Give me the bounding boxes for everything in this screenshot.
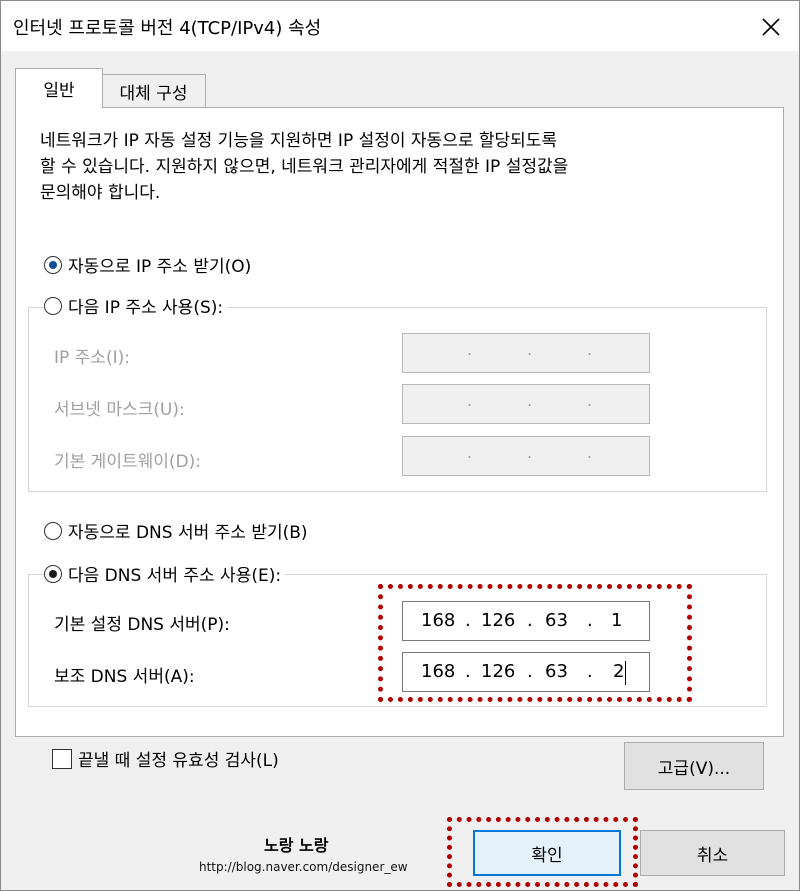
- radio-auto-dns-label: 자동으로 DNS 서버 주소 받기(B): [68, 523, 308, 543]
- radio-auto-ip-indicator[interactable]: [44, 255, 62, 274]
- tab-general-label: 일반: [43, 81, 75, 101]
- radio-manual-dns-label: 다음 DNS 서버 주소 사용(E):: [68, 566, 282, 586]
- description-line: 할 수 있습니다. 지원하지 않으면, 네트워크 관리자에게 적절한 IP 설정…: [40, 157, 569, 177]
- dns-server-group: [28, 574, 767, 707]
- text-caret: [625, 661, 626, 685]
- alternate-dns-octet-1: 168: [421, 661, 456, 682]
- subnet-mask-label: 서브넷 마스크(U):: [54, 400, 185, 420]
- radio-auto-dns[interactable]: 자동으로 DNS 서버 주소 받기(B): [44, 518, 312, 543]
- alternate-dns-octet-2: 126: [481, 661, 516, 682]
- radio-auto-ip[interactable]: 자동으로 IP 주소 받기(O): [44, 252, 256, 277]
- ip-address-label: IP 주소(I):: [54, 348, 130, 368]
- watermark-url: http://blog.naver.com/designer_ew: [199, 860, 408, 874]
- description-line: 네트워크가 IP 자동 설정 기능을 지원하면 IP 설정이 자동으로 할당되도…: [40, 131, 558, 151]
- window-title: 인터넷 프로토콜 버전 4(TCP/IPv4) 속성: [13, 18, 322, 39]
- subnet-mask-input[interactable]: ...: [402, 384, 650, 424]
- radio-manual-ip[interactable]: 다음 IP 주소 사용(S):: [44, 293, 228, 318]
- preferred-dns-input[interactable]: 168 . 126 . 63 . 1: [402, 601, 650, 641]
- alternate-dns-input[interactable]: 168 . 126 . 63 . 2: [402, 652, 650, 692]
- ok-button[interactable]: 확인: [473, 830, 621, 876]
- validate-settings-checkbox-row[interactable]: 끝낼 때 설정 유효성 검사(L): [52, 746, 279, 771]
- close-button[interactable]: [747, 7, 795, 47]
- radio-manual-ip-label: 다음 IP 주소 사용(S):: [68, 298, 224, 318]
- radio-auto-ip-label: 자동으로 IP 주소 받기(O): [68, 257, 252, 277]
- tab-alternate-config[interactable]: 대체 구성: [102, 74, 206, 108]
- watermark-title: 노랑 노랑: [264, 836, 329, 855]
- preferred-dns-octet-1: 168: [421, 610, 456, 631]
- tab-general[interactable]: 일반: [15, 68, 103, 108]
- radio-manual-ip-indicator[interactable]: [44, 296, 62, 315]
- validate-settings-label: 끝낼 때 설정 유효성 검사(L): [78, 751, 279, 771]
- alternate-dns-label: 보조 DNS 서버(A):: [54, 667, 195, 687]
- preferred-dns-octet-4: 1: [611, 610, 623, 631]
- default-gateway-label: 기본 게이트웨이(D):: [54, 452, 201, 472]
- validate-settings-checkbox[interactable]: [52, 748, 72, 769]
- preferred-dns-octet-2: 126: [481, 610, 516, 631]
- cancel-button[interactable]: 취소: [640, 830, 785, 876]
- advanced-button[interactable]: 고급(V)...: [624, 742, 764, 790]
- radio-auto-dns-indicator[interactable]: [44, 521, 62, 540]
- description-line: 문의해야 합니다.: [40, 183, 161, 203]
- title-bar: 인터넷 프로토콜 버전 4(TCP/IPv4) 속성: [1, 1, 799, 51]
- radio-manual-dns[interactable]: 다음 DNS 서버 주소 사용(E):: [44, 561, 286, 586]
- ip-address-input[interactable]: ...: [402, 333, 650, 373]
- radio-manual-dns-indicator[interactable]: [44, 564, 62, 583]
- alternate-dns-octet-3: 63: [545, 661, 568, 682]
- preferred-dns-label: 기본 설정 DNS 서버(P):: [54, 615, 230, 635]
- alternate-dns-octet-4: 2: [613, 661, 625, 682]
- tab-alternate-config-label: 대체 구성: [119, 84, 188, 104]
- default-gateway-input[interactable]: ...: [402, 436, 650, 476]
- preferred-dns-octet-3: 63: [545, 610, 568, 631]
- close-icon: [762, 18, 780, 36]
- description-text: 네트워크가 IP 자동 설정 기능을 지원하면 IP 설정이 자동으로 할당되도…: [40, 128, 760, 206]
